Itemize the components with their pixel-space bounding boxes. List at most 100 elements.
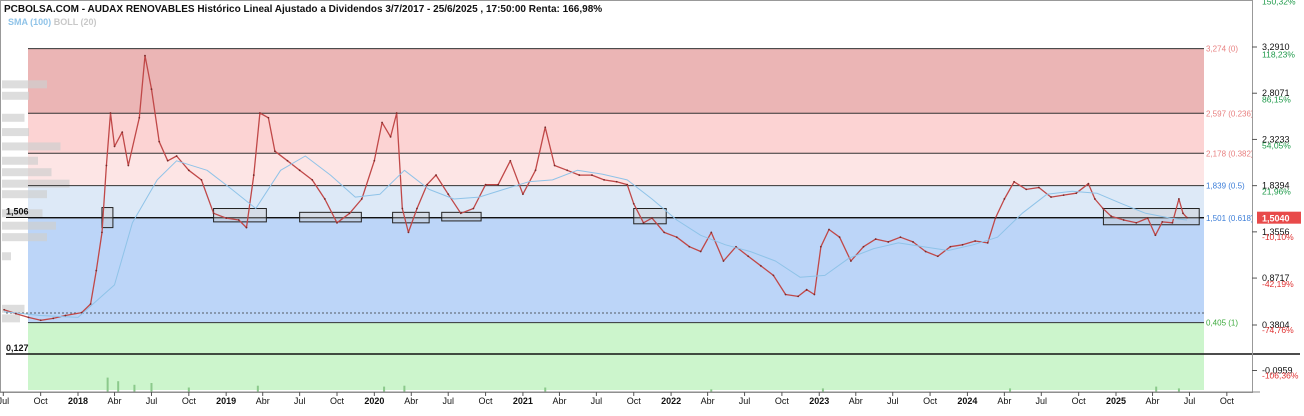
- price-point: [484, 183, 487, 186]
- price-point: [509, 159, 512, 162]
- x-tick-label: Abr: [108, 396, 122, 406]
- x-tick-label: Oct: [182, 396, 197, 406]
- price-point: [52, 317, 55, 320]
- volume-profile-bar: [2, 314, 20, 323]
- volume-profile-bar: [2, 179, 70, 188]
- price-point: [497, 183, 500, 186]
- volume-profile-bar: [2, 190, 47, 199]
- consolidation-box: [299, 211, 362, 223]
- fib-level-label: 3,274 (0): [1206, 45, 1238, 54]
- current-price-label: 1,5040: [1262, 214, 1290, 224]
- price-point: [158, 140, 161, 143]
- x-tick-label: Oct: [1220, 396, 1235, 406]
- price-point: [1146, 217, 1149, 219]
- price-point: [949, 245, 952, 248]
- price-point: [225, 217, 228, 219]
- price-point: [699, 250, 702, 253]
- price-point: [273, 150, 276, 153]
- x-tick-label: Jul: [0, 396, 9, 406]
- price-point: [212, 212, 215, 215]
- price-point: [1013, 180, 1016, 183]
- x-tick-label: Oct: [627, 396, 642, 406]
- volume-bar: [133, 384, 136, 392]
- x-tick-label: Jul: [591, 396, 603, 406]
- price-point: [245, 226, 248, 229]
- price-point: [187, 169, 190, 172]
- price-point: [578, 174, 581, 176]
- volume-profile-bar: [2, 221, 56, 230]
- price-point: [1161, 220, 1164, 223]
- fib-level-label: 1,501 (0.618): [1206, 214, 1254, 223]
- price-point: [1135, 221, 1138, 224]
- x-tick-label: 2025: [1106, 396, 1126, 406]
- volume-bar: [544, 387, 547, 392]
- price-point: [166, 159, 169, 162]
- price-point: [286, 159, 289, 162]
- volume-profile-bar: [2, 91, 29, 100]
- legend-sma: SMA (100): [8, 17, 52, 27]
- price-point: [39, 319, 42, 322]
- price-point: [1075, 192, 1078, 195]
- price-point: [899, 236, 902, 239]
- chart: 3,274 (0) 2,597 (0.236) 2,178 (0.382) 1,839…: [0, 0, 1304, 411]
- x-tick-label: 2024: [957, 396, 977, 406]
- price-point: [447, 193, 450, 196]
- price-point: [805, 288, 808, 291]
- volume-profile-bar: [2, 252, 11, 261]
- price-point: [603, 178, 606, 181]
- price-point: [874, 238, 877, 240]
- price-point: [1093, 198, 1096, 200]
- price-point: [64, 314, 67, 317]
- price-point: [3, 308, 6, 311]
- consolidation-box: [213, 208, 267, 223]
- price-point: [642, 221, 645, 224]
- price-point: [1122, 219, 1125, 221]
- price-point: [89, 303, 92, 305]
- price-point: [615, 180, 618, 183]
- x-tick-label: Abr: [1146, 396, 1160, 406]
- consolidation-box: [392, 211, 430, 224]
- price-point: [974, 240, 977, 242]
- consolidation-box: [1102, 208, 1200, 226]
- price-point: [27, 316, 30, 319]
- volume-bar: [150, 383, 153, 392]
- price-point: [887, 241, 890, 243]
- x-tick-label: Jul: [887, 396, 899, 406]
- price-point: [336, 221, 338, 224]
- price-point: [862, 245, 865, 248]
- price-point: [553, 164, 556, 167]
- price-point: [109, 112, 112, 114]
- price-point: [127, 164, 130, 167]
- price-point: [1171, 221, 1174, 224]
- price-point: [994, 217, 997, 219]
- x-tick-label: 2020: [364, 396, 384, 406]
- price-point: [566, 169, 569, 172]
- price-point: [784, 293, 787, 296]
- x-tick-label: Abr: [256, 396, 270, 406]
- price-point: [144, 54, 146, 57]
- x-tick-label: 2021: [513, 396, 533, 406]
- price-point: [138, 116, 141, 119]
- percent-tick-label: -74,76%: [1262, 325, 1294, 335]
- price-point: [722, 260, 725, 262]
- price-point: [759, 264, 762, 267]
- support-line-label: 1,506: [6, 206, 29, 216]
- price-point: [1154, 234, 1157, 237]
- consolidation-box: [633, 208, 667, 225]
- price-point: [113, 145, 116, 148]
- price-point: [850, 260, 852, 262]
- fib-zone-4: [28, 217, 1204, 323]
- price-point: [961, 243, 964, 246]
- price-point: [912, 241, 914, 243]
- x-tick-label: Jul: [146, 396, 158, 406]
- percent-tick-label: 21,96%: [1262, 186, 1291, 196]
- fib-level-label: 1,839 (0.5): [1206, 182, 1245, 191]
- price-point: [936, 255, 939, 258]
- price-point: [95, 269, 98, 272]
- volume-bar: [1177, 388, 1180, 392]
- x-tick-label: Abr: [701, 396, 715, 406]
- volume-profile-bar: [2, 142, 61, 151]
- volume-bar: [821, 388, 824, 392]
- price-point: [435, 174, 437, 176]
- price-point: [1050, 196, 1052, 198]
